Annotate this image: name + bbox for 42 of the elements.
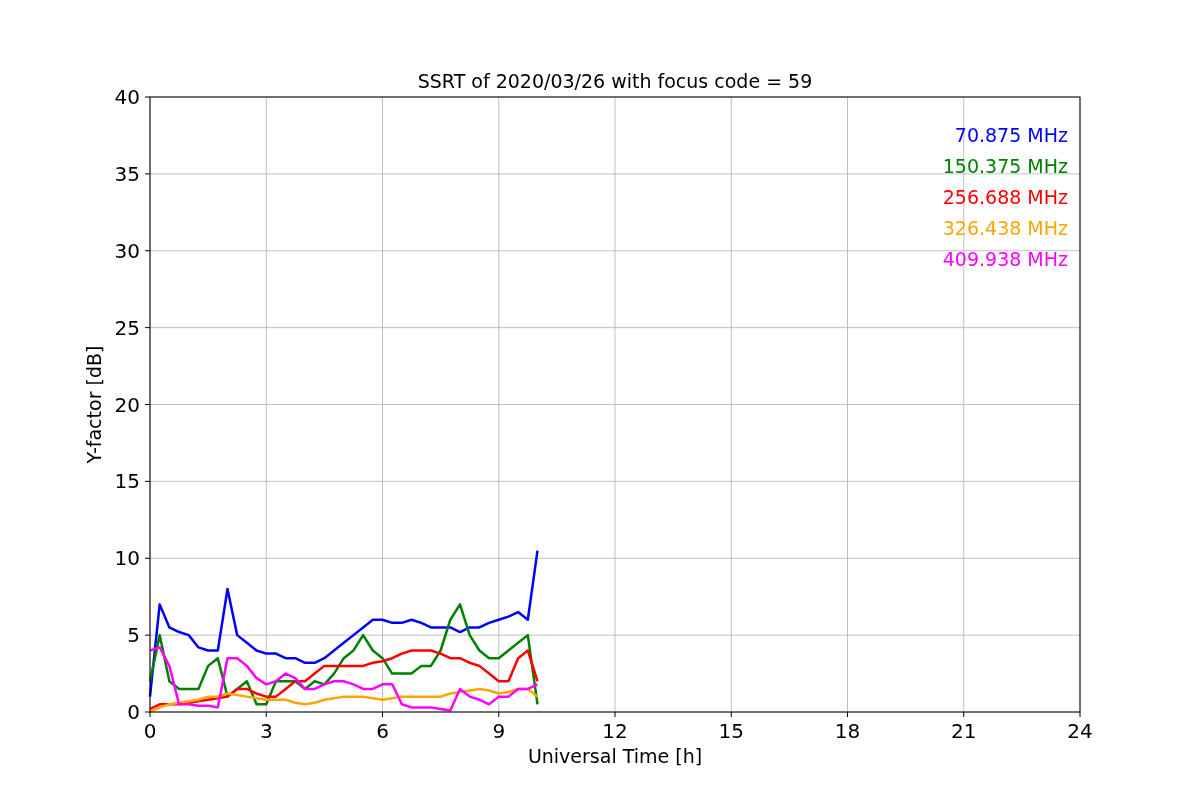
legend-label: 150.375 MHz	[942, 155, 1068, 177]
tick-mark	[265, 711, 267, 718]
tick-mark	[144, 250, 151, 252]
x-tick-label: 0	[143, 719, 157, 743]
tick-mark	[730, 711, 732, 718]
tick-mark	[144, 557, 151, 559]
x-tick-label: 24	[1067, 719, 1093, 743]
x-tick-label: 12	[602, 719, 628, 743]
legend-label: 256.688 MHz	[942, 186, 1068, 208]
x-tick-label: 15	[718, 719, 744, 743]
legend-label: 409.938 MHz	[942, 248, 1068, 270]
y-tick-label: 25	[114, 315, 140, 340]
tick-mark	[382, 711, 383, 718]
tick-mark	[144, 327, 151, 329]
x-tick-label: 3	[259, 719, 273, 743]
y-tick-label: 10	[114, 546, 140, 571]
y-tick-label: 0	[127, 700, 140, 724]
x-tick-label: 6	[376, 719, 389, 743]
tick-mark	[1079, 711, 1081, 718]
tick-mark	[144, 96, 151, 98]
y-tick-label: 40	[114, 85, 140, 109]
chart-title: SSRT of 2020/03/26 with focus code = 59	[417, 70, 813, 92]
tick-mark	[144, 480, 151, 482]
tick-mark	[963, 711, 965, 718]
y-tick-label: 20	[114, 392, 140, 417]
tick-mark	[144, 634, 151, 636]
legend-label: 326.438 MHz	[942, 217, 1068, 239]
tick-mark	[498, 711, 500, 718]
tick-mark	[614, 711, 616, 718]
tick-mark	[847, 711, 848, 718]
legend-label: 70.875 MHz	[954, 124, 1068, 146]
tick-mark	[144, 173, 151, 175]
y-tick-label: 35	[114, 161, 140, 186]
x-tick-label: 9	[492, 719, 506, 743]
tick-mark	[144, 404, 151, 405]
x-tick-label: 21	[951, 719, 977, 743]
y-tick-label: 30	[114, 238, 140, 263]
y-tick-label: 15	[114, 469, 140, 494]
x-axis-label: Universal Time [h]	[527, 745, 703, 767]
y-axis-label: Y-factor [dB]	[83, 345, 105, 464]
x-tick-label: 18	[834, 719, 861, 743]
y-tick-label: 5	[127, 623, 140, 648]
